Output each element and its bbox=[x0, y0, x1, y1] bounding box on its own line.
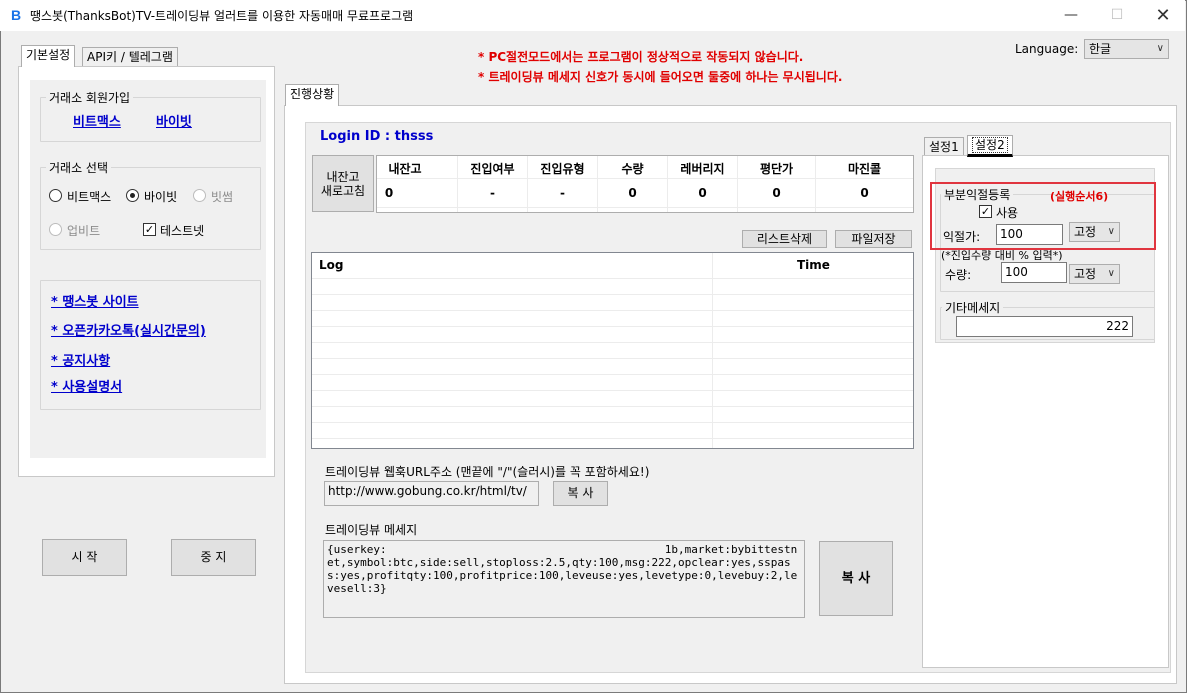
window-title: 땡스봇(ThanksBot)TV-트레이딩뷰 얼러트를 이용한 자동매매 무료프… bbox=[30, 9, 414, 23]
language-select[interactable]: 한글 ∨ bbox=[1084, 39, 1169, 59]
log-row-divider bbox=[312, 390, 913, 391]
log-row-divider bbox=[312, 326, 913, 327]
time-header: Time bbox=[797, 258, 830, 272]
copy-message-button[interactable]: 복 사 bbox=[819, 541, 893, 616]
value-balance: 0 bbox=[384, 186, 394, 200]
testnet-checkbox[interactable]: ✓ bbox=[143, 223, 156, 236]
log-row-divider bbox=[312, 438, 913, 439]
start-button[interactable]: 시 작 bbox=[42, 539, 127, 576]
copy-webhook-button[interactable]: 복 사 bbox=[553, 481, 608, 506]
notice-power-save: * PC절전모드에서는 프로그램이 정상적으로 작동되지 않습니다. bbox=[478, 50, 804, 64]
value-entry-type: - bbox=[560, 186, 565, 200]
profit-qty-input[interactable]: 100 bbox=[1001, 262, 1067, 283]
value-avg-price: 0 bbox=[772, 186, 781, 200]
language-label: Language: bbox=[1015, 42, 1079, 56]
notice-signal-conflict: * 트레이딩뷰 메세지 신호가 동시에 들어오면 둘중에 하나는 무시됩니다. bbox=[478, 70, 843, 84]
webhook-label: 트레이딩뷰 웹훅URL주소 (맨끝에 "/"(슬러시)를 꼭 포함하세요!) bbox=[325, 465, 650, 479]
value-quantity: 0 bbox=[628, 186, 637, 200]
webhook-url-field[interactable]: http://www.gobung.co.kr/html/tv/ bbox=[324, 481, 539, 506]
header-leverage: 레버리지 bbox=[680, 162, 725, 176]
stop-button[interactable]: 중 지 bbox=[171, 539, 256, 576]
refresh-balance-button[interactable]: 내잔고 새로고침 bbox=[312, 155, 374, 212]
radio-upbit-label: 업비트 bbox=[67, 224, 101, 238]
radio-bithumb-label: 빗썸 bbox=[211, 190, 234, 204]
maximize-icon[interactable]: ☐ bbox=[1094, 0, 1140, 31]
chevron-down-icon: ∨ bbox=[1156, 43, 1164, 54]
header-balance: 내잔고 bbox=[388, 162, 422, 176]
tab-settings-2-label: 설정2 bbox=[972, 137, 1008, 153]
radio-bitmex-label: 비트맥스 bbox=[67, 190, 112, 204]
header-entry-type: 진입유형 bbox=[540, 162, 585, 176]
log-col-divider bbox=[712, 253, 713, 448]
tab-progress[interactable]: 진행상황 bbox=[285, 84, 340, 106]
tab-api-telegram[interactable]: API키 / 텔레그램 bbox=[82, 47, 178, 67]
signup-legend: 거래소 회원가입 bbox=[46, 89, 134, 106]
app-logo-icon: B bbox=[10, 7, 22, 23]
save-file-button[interactable]: 파일저장 bbox=[835, 230, 912, 248]
minimize-icon[interactable]: — bbox=[1048, 0, 1094, 31]
login-id: Login ID : thsss bbox=[320, 129, 434, 144]
message-label: 트레이딩뷰 메세지 bbox=[325, 523, 418, 537]
message-field[interactable]: {userkey: 1b,market:bybittestnet,symbol:… bbox=[323, 540, 805, 618]
log-row-divider bbox=[312, 374, 913, 375]
log-header: Log bbox=[319, 258, 344, 272]
value-entry-status: - bbox=[490, 186, 495, 200]
tab-settings-1[interactable]: 설정1 bbox=[924, 137, 964, 157]
other-message-input[interactable]: 222 bbox=[956, 316, 1133, 337]
close-icon[interactable]: ✕ bbox=[1140, 0, 1186, 31]
value-leverage: 0 bbox=[698, 186, 707, 200]
header-entry-status: 진입여부 bbox=[470, 162, 515, 176]
link-thanksbot-site[interactable]: * 땡스봇 사이트 bbox=[51, 291, 139, 310]
profit-qty-mode-value: 고정 bbox=[1074, 267, 1097, 281]
radio-bybit-label: 바이빗 bbox=[144, 190, 178, 204]
language-value: 한글 bbox=[1089, 42, 1112, 56]
header-quantity: 수량 bbox=[621, 162, 644, 176]
profit-qty-label: 수량: bbox=[945, 268, 972, 282]
testnet-label: 테스트넷 bbox=[160, 224, 205, 238]
link-user-manual[interactable]: * 사용설명서 bbox=[51, 376, 122, 395]
radio-bithumb[interactable] bbox=[193, 189, 206, 202]
log-list[interactable] bbox=[311, 252, 914, 449]
value-margin-call: 0 bbox=[860, 186, 869, 200]
profit-qty-mode-select[interactable]: 고정 ∨ bbox=[1069, 264, 1120, 284]
log-row-divider bbox=[312, 422, 913, 423]
tab-basic-settings[interactable]: 기본설정 bbox=[21, 45, 76, 67]
delete-list-button[interactable]: 리스트삭제 bbox=[742, 230, 827, 248]
log-row-divider bbox=[312, 310, 913, 311]
tab-settings-2[interactable]: 설정2 bbox=[967, 135, 1013, 157]
other-message-legend: 기타메세지 bbox=[942, 299, 1004, 316]
check-icon: ✓ bbox=[144, 223, 155, 236]
signup-link-bitmex[interactable]: 비트맥스 bbox=[73, 111, 121, 130]
radio-upbit[interactable] bbox=[49, 223, 62, 236]
exchange-select-legend: 거래소 선택 bbox=[46, 159, 112, 176]
highlight-box bbox=[930, 182, 1156, 250]
log-row-divider bbox=[312, 278, 913, 279]
log-row-divider bbox=[312, 294, 913, 295]
log-row-divider bbox=[312, 342, 913, 343]
chevron-down-icon: ∨ bbox=[1107, 268, 1115, 279]
link-open-kakaotalk[interactable]: * 오픈카카오톡(실시간문의) bbox=[51, 320, 206, 339]
header-avg-price: 평단가 bbox=[759, 162, 794, 176]
title-bar: B 땡스봇(ThanksBot)TV-트레이딩뷰 얼러트를 이용한 자동매매 무… bbox=[0, 0, 1185, 31]
signup-link-bybit[interactable]: 바이빗 bbox=[156, 111, 192, 130]
link-notice[interactable]: * 공지사항 bbox=[51, 350, 110, 369]
header-margin-call: 마진콜 bbox=[847, 162, 882, 176]
radio-bybit[interactable] bbox=[126, 189, 139, 202]
log-row-divider bbox=[312, 358, 913, 359]
log-row-divider bbox=[312, 406, 913, 407]
radio-bitmex[interactable] bbox=[49, 189, 62, 202]
